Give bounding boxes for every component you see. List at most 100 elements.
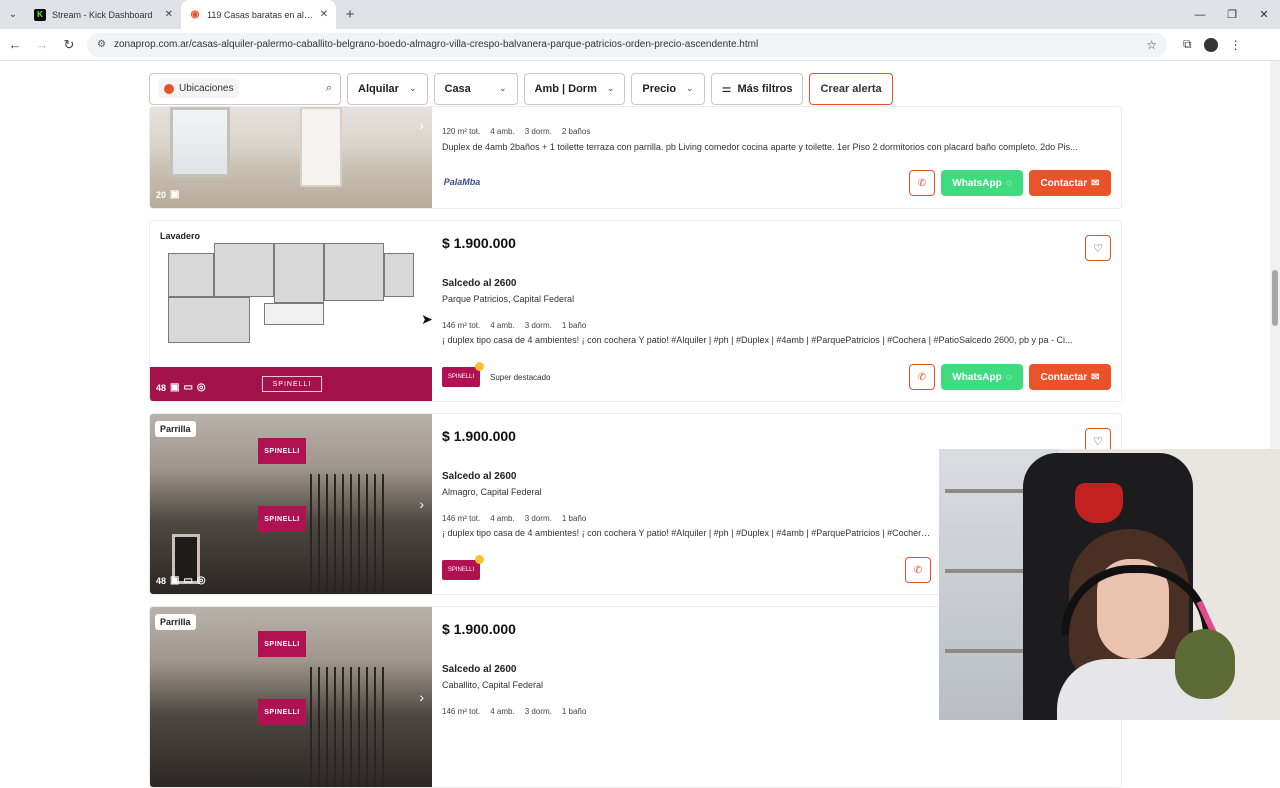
chevron-down-icon: ⌄	[408, 83, 417, 93]
contact-button[interactable]: Contactar ✉	[1029, 170, 1111, 196]
listing-actions: ✆ WhatsApp ◌ Contactar ✉	[909, 170, 1111, 196]
listing-address[interactable]: Salcedo al 2600	[442, 278, 517, 289]
minimize-icon[interactable]: —	[1184, 0, 1216, 29]
create-alert-button[interactable]: Crear alerta	[809, 72, 893, 105]
photo-count: 20 ▣	[156, 189, 180, 200]
listing-description[interactable]: ¡ duplex tipo casa de 4 ambientes! ¡ con…	[442, 528, 931, 538]
chevron-down-icon: ⌄	[498, 83, 507, 93]
filter-sliders-icon: ⚌	[721, 83, 732, 95]
chevron-right-icon[interactable]: ›	[419, 117, 424, 133]
listing-card[interactable]: › 20 ▣ 120 m² tot. 4 amb. 3 dorm. 2 baños…	[149, 106, 1122, 209]
listing-price: $ 1.900.000	[442, 621, 516, 637]
search-icon[interactable]: ⌕	[326, 82, 332, 95]
close-window-icon[interactable]: ✕	[1248, 0, 1280, 29]
scrollbar-thumb[interactable]	[1272, 270, 1278, 326]
listing-actions: ✆	[905, 557, 931, 583]
zonaprop-icon: ◉	[190, 9, 200, 20]
listing-tag: Parrilla	[155, 421, 196, 437]
listing-features: 146 m² tot. 4 amb. 3 dorm. 1 baño	[442, 321, 587, 330]
chevron-right-icon[interactable]: ›	[419, 496, 424, 512]
listing-description[interactable]: Duplex de 4amb 2baños + 1 toilette terra…	[442, 142, 1111, 152]
listing-description[interactable]: ¡ duplex tipo casa de 4 ambientes! ¡ con…	[442, 335, 1111, 345]
photo-count: 48 ▣ ▭ ◎	[156, 575, 206, 586]
whatsapp-button[interactable]: WhatsApp ◌	[941, 364, 1023, 390]
tab-kick-dashboard[interactable]: K Stream - Kick Dashboard ✕	[26, 0, 181, 29]
operation-dropdown[interactable]: Alquilar ⌄	[347, 72, 428, 105]
tab-zonaprop[interactable]: ◉ 119 Casas baratas en alquiler en ✕	[181, 0, 336, 29]
publisher-logo[interactable]: SPINELLI	[442, 555, 484, 580]
camera-icon: ▣	[170, 575, 180, 586]
phone-button[interactable]: ✆	[909, 170, 935, 196]
tab-search-icon[interactable]: ⌄	[0, 0, 26, 29]
property-type-label: Casa	[444, 82, 471, 95]
browser-tab-bar: ⌄ K Stream - Kick Dashboard ✕ ◉ 119 Casa…	[0, 0, 1280, 29]
listing-address[interactable]: Salcedo al 2600	[442, 471, 517, 482]
photo-count: 48 ▣ ▭ ◎	[156, 382, 206, 393]
tab-title: 119 Casas baratas en alquiler en	[207, 9, 314, 20]
camera-icon: ▣	[170, 189, 180, 200]
close-tab-icon[interactable]: ✕	[165, 9, 173, 20]
mate-cup	[1175, 629, 1235, 699]
restore-icon[interactable]: ❐	[1216, 0, 1248, 29]
chevron-down-icon: ⌄	[686, 83, 694, 93]
bookmark-star-icon[interactable]: ☆	[1146, 38, 1157, 52]
listing-tag: Lavadero	[160, 231, 201, 241]
listing-info: 120 m² tot. 4 amb. 3 dorm. 2 baños Duple…	[442, 107, 1111, 208]
spinelli-logo: SPINELLI	[262, 376, 322, 392]
tab-title: Stream - Kick Dashboard	[52, 9, 153, 20]
publisher-logo[interactable]: SPINELLI	[442, 362, 484, 387]
listing-info: $ 1.900.000 ♡ Salcedo al 2600 Parque Pat…	[442, 221, 1111, 401]
chevron-right-icon[interactable]: ›	[419, 689, 424, 705]
extensions-icon[interactable]: ⧉	[1183, 37, 1192, 52]
tour-360-icon: ◎	[196, 575, 206, 586]
window-controls: — ❐ ✕	[1184, 0, 1280, 29]
forward-icon[interactable]: →	[30, 33, 54, 57]
listing-actions: ✆ WhatsApp ◌ Contactar ✉	[909, 364, 1111, 390]
site-info-icon[interactable]: ⚙	[97, 39, 106, 50]
listing-card[interactable]: SPINELLI Lavadero 48 ▣ ▭ ◎ $ 1.900.000 ♡ …	[149, 220, 1122, 402]
location-search-input[interactable]: Ubicaciones ⌕	[149, 72, 341, 105]
listing-photo[interactable]: › 20 ▣	[150, 107, 432, 208]
location-chip[interactable]: Ubicaciones	[158, 79, 240, 98]
phone-button[interactable]: ✆	[905, 557, 931, 583]
reload-icon[interactable]: ↻	[57, 33, 81, 57]
contact-button[interactable]: Contactar ✉	[1029, 364, 1111, 390]
listing-location: Parque Patricios, Capital Federal	[442, 294, 575, 304]
spinelli-sign: SPINELLI	[258, 631, 306, 657]
tour-360-icon: ◎	[196, 382, 206, 393]
listing-photo[interactable]: SPINELLI Lavadero 48 ▣ ▭ ◎	[150, 221, 432, 401]
listing-price: $ 1.900.000	[442, 235, 516, 251]
browser-menu-icon[interactable]: ⋮	[1230, 38, 1242, 52]
whatsapp-icon: ◌	[1005, 371, 1012, 383]
price-label: Precio	[642, 82, 677, 95]
mail-icon: ✉	[1091, 177, 1100, 189]
publisher-logo[interactable]: PalaMba	[442, 172, 482, 192]
phone-button[interactable]: ✆	[909, 364, 935, 390]
publisher: SPINELLI	[442, 555, 484, 580]
whatsapp-icon: ◌	[1005, 177, 1012, 189]
create-alert-label: Crear alerta	[820, 82, 882, 95]
address-bar[interactable]: ⚙ zonaprop.com.ar/casas-alquiler-palermo…	[87, 32, 1167, 57]
close-tab-icon[interactable]: ✕	[320, 9, 328, 20]
profile-avatar[interactable]	[1203, 37, 1218, 52]
publisher: SPINELLI Super destacado	[442, 362, 551, 387]
more-filters-button[interactable]: ⚌ Más filtros	[710, 72, 804, 105]
url-text: zonaprop.com.ar/casas-alquiler-palermo-c…	[113, 39, 759, 50]
back-icon[interactable]: ←	[3, 33, 27, 57]
operation-label: Alquilar	[358, 82, 399, 95]
price-dropdown[interactable]: Precio ⌄	[631, 72, 705, 105]
listing-address[interactable]: Salcedo al 2600	[442, 664, 517, 675]
property-type-dropdown[interactable]: Casa ⌄	[433, 72, 518, 105]
browser-toolbar: ← → ↻ ⚙ zonaprop.com.ar/casas-alquiler-p…	[0, 29, 1280, 61]
new-tab-button[interactable]: +	[336, 0, 364, 29]
listing-photo[interactable]: SPINELLI SPINELLI Parrilla › 48 ▣ ▭ ◎	[150, 414, 432, 594]
whatsapp-button[interactable]: WhatsApp ◌	[941, 170, 1023, 196]
rooms-dropdown[interactable]: Amb | Dorm ⌄	[523, 72, 626, 105]
location-chip-label: Ubicaciones	[179, 83, 234, 94]
video-icon: ▭	[183, 575, 193, 586]
crown-badge-icon	[475, 362, 484, 371]
listing-location: Almagro, Capital Federal	[442, 487, 542, 497]
mail-icon: ✉	[1091, 371, 1100, 383]
listing-photo[interactable]: SPINELLI SPINELLI Parrilla ›	[150, 607, 432, 787]
favorite-heart-icon[interactable]: ♡	[1085, 235, 1111, 261]
